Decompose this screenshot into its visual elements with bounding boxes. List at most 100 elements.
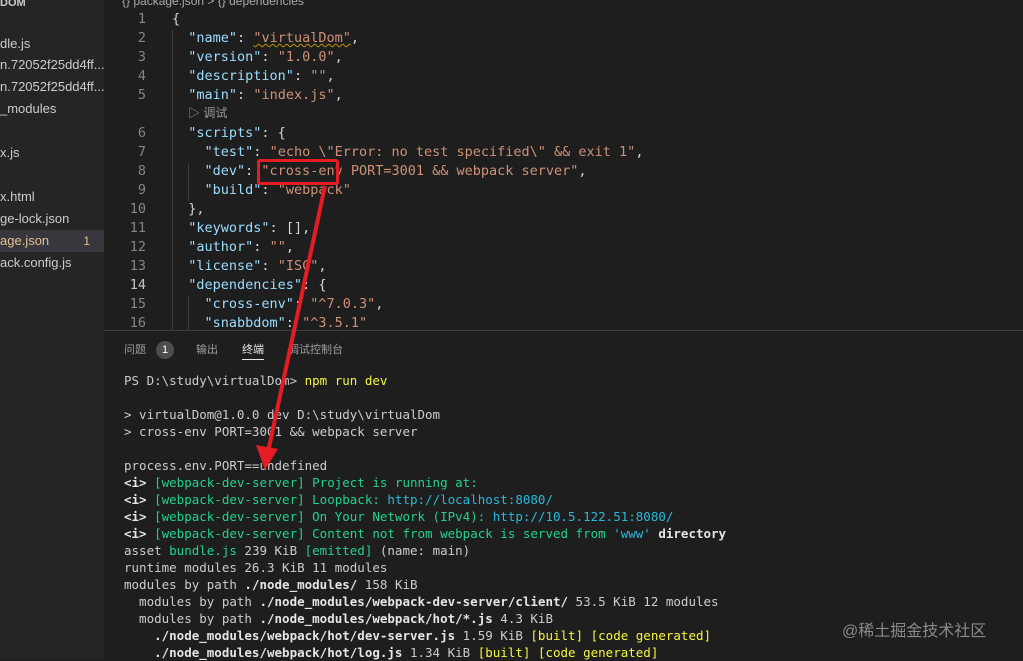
json-key: "dependencies" — [188, 277, 303, 293]
terminal-text: [emitted] — [304, 543, 373, 558]
terminal-text: ./node_modules/webpack-dev-server/client… — [259, 594, 569, 609]
terminal-text: modules by path — [124, 577, 245, 592]
terminal-text: 1.59 KiB — [455, 628, 531, 643]
terminal-text: Project is running at: — [304, 475, 478, 490]
terminal-text: Loopback: — [304, 492, 388, 507]
tab-debug-console[interactable]: 调试控制台 — [288, 341, 343, 359]
wds-tag: [webpack-dev-server] — [154, 526, 305, 541]
code-line: 8 "dev": "cross-env PORT=3001 && webpack… — [104, 162, 1023, 181]
json-key: "test" — [204, 144, 254, 160]
file-item[interactable]: ge-lock.json — [0, 208, 104, 230]
code-line: 12 "author": "", — [104, 238, 1023, 257]
explorer-folder-header[interactable]: DOM — [0, 0, 104, 14]
code-line: 5 "main": "index.js", — [104, 86, 1023, 105]
folder-label: DOM — [0, 0, 26, 9]
json-key: "dev" — [204, 163, 246, 179]
loopback-link[interactable]: http://localhost:8080/ — [387, 492, 553, 507]
terminal-text: 4.3 KiB — [492, 611, 553, 626]
file-label: x.js — [0, 145, 20, 160]
terminal-line: > virtualDom@1.0.0 dev D:\study\virtualD… — [124, 407, 441, 422]
file-item[interactable]: n.72052f25dd4ff... — [0, 76, 104, 98]
terminal-text: [built] — [530, 628, 584, 643]
terminal-text: Content not from webpack is served from — [304, 526, 614, 541]
json-key: "version" — [188, 49, 262, 65]
code-line: 7 "test": "echo \"Error: no test specifi… — [104, 143, 1023, 162]
line-number: 5 — [137, 87, 146, 103]
terminal-line: <i> [webpack-dev-server] On Your Network… — [124, 508, 673, 525]
code-line: 10 }, — [104, 200, 1023, 219]
network-link[interactable]: http://10.5.122.51:8080/ — [493, 509, 674, 524]
info-tag: <i> — [124, 509, 155, 524]
terminal-text: modules by path — [124, 594, 260, 609]
terminal-text: 53.5 KiB 12 modules — [568, 594, 719, 609]
terminal-text: 239 KiB — [236, 543, 305, 558]
terminal-line: <i> [webpack-dev-server] Project is runn… — [124, 474, 478, 491]
file-item[interactable]: dle.js — [0, 33, 104, 55]
file-item[interactable]: n.72052f25dd4ff... — [0, 54, 104, 76]
json-key: "scripts" — [188, 125, 262, 141]
terminal-text: directory — [650, 526, 727, 541]
terminal-command: npm run dev — [304, 373, 388, 388]
terminal-line: PS D:\study\virtualDom> npm run dev — [124, 372, 387, 389]
json-key: "snabbdom" — [204, 315, 286, 330]
watermark: @稀土掘金技术社区 — [842, 623, 987, 640]
tab-output[interactable]: 输出 — [196, 341, 218, 359]
code-line: 9 "build": "webpack" — [104, 181, 1023, 200]
code-line: 6 "scripts": { — [104, 124, 1023, 143]
code-line: 11 "keywords": [], — [104, 219, 1023, 238]
terminal-line: process.env.PORT==undefined — [124, 458, 328, 473]
json-key: "main" — [188, 87, 238, 103]
problems-count-badge: 1 — [156, 341, 174, 359]
file-label: ge-lock.json — [0, 211, 70, 226]
terminal-line: ./node_modules/webpack/hot/log.js 1.34 K… — [124, 644, 658, 661]
code-line: 3 "version": "1.0.0", — [104, 48, 1023, 67]
line-number: 11 — [129, 220, 146, 236]
debug-codelens[interactable]: ▷ 调试 — [188, 104, 227, 122]
json-key: "cross-env" — [204, 296, 294, 312]
terminal-line: <i> [webpack-dev-server] Loopback: http:… — [124, 491, 553, 508]
file-item[interactable]: ack.config.js — [0, 252, 104, 274]
tab-problems[interactable]: 问题 — [124, 341, 146, 359]
line-number: 16 — [129, 315, 146, 330]
line-number: 1 — [137, 11, 146, 27]
terminal-text: [code generated] — [537, 645, 659, 660]
wds-tag: [webpack-dev-server] — [154, 492, 305, 507]
code-editor[interactable]: {} package.json > {} dependencies 1{ 2 "… — [104, 0, 1023, 330]
terminal-text: 1.34 KiB — [402, 645, 478, 660]
terminal-line: runtime modules 26.3 KiB 11 modules — [124, 560, 388, 575]
info-tag: <i> — [124, 526, 155, 541]
json-key: "license" — [188, 258, 262, 274]
json-key: "name" — [188, 30, 238, 46]
line-number: 7 — [137, 144, 146, 160]
folder-item[interactable]: _modules — [0, 98, 104, 120]
terminal-line: asset bundle.js 239 KiB [emitted] (name:… — [124, 542, 470, 559]
terminal-line: > cross-env PORT=3001 && webpack server — [124, 424, 418, 439]
json-string: "echo \"Error: no test specified\" && ex… — [269, 144, 636, 160]
terminal-line: modules by path ./node_modules/ 158 KiB — [124, 576, 418, 593]
terminal-text: 'www' — [613, 526, 651, 541]
tab-terminal[interactable]: 终端 — [242, 341, 264, 360]
file-item[interactable]: x.html — [0, 186, 104, 208]
terminal-line: modules by path ./node_modules/webpack/h… — [124, 610, 553, 627]
json-string: "" — [269, 239, 286, 255]
token: [], — [285, 220, 311, 236]
line-number: 8 — [137, 163, 146, 179]
line-number: 13 — [129, 258, 146, 274]
terminal-line: ./node_modules/webpack/hot/dev-server.js… — [124, 627, 711, 644]
file-item-selected[interactable]: age.json 1 — [0, 230, 104, 252]
terminal-text: [code generated] — [590, 628, 712, 643]
terminal-text: ./node_modules/webpack/hot/log.js — [124, 645, 403, 660]
breadcrumb[interactable]: {} package.json > {} dependencies — [122, 0, 304, 8]
terminal-text: [built] — [477, 645, 531, 660]
folder-label: _modules — [0, 101, 57, 116]
bottom-panel: 问题 1 输出 终端 调试控制台 PS D:\study\virtualDom>… — [104, 330, 1023, 660]
terminal-text: ./node_modules/webpack/hot/*.js — [259, 611, 493, 626]
terminal-text: ./node_modules/ — [244, 577, 358, 592]
code-line: 15 "cross-env": "^7.0.3", — [104, 295, 1023, 314]
line-number: 12 — [129, 239, 146, 255]
line-number: 3 — [137, 49, 146, 65]
json-string: "" — [310, 68, 327, 84]
file-item[interactable]: x.js — [0, 142, 104, 164]
terminal-text: asset — [124, 543, 170, 558]
file-label: x.html — [0, 189, 35, 204]
